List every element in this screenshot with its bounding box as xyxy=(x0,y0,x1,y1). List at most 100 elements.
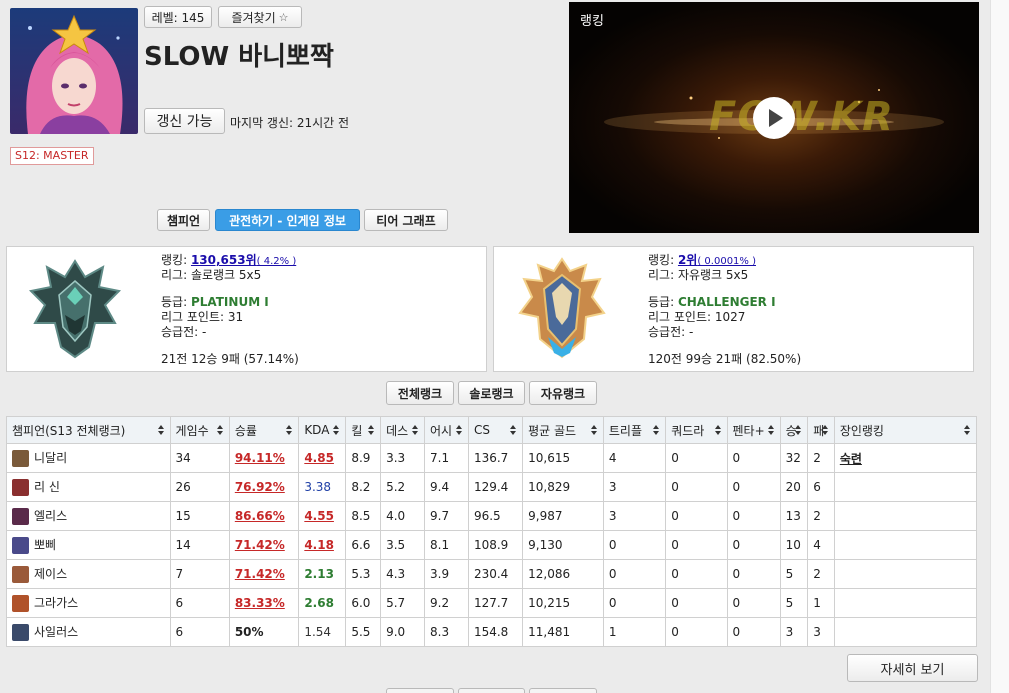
sort-arrows-icon xyxy=(216,425,224,435)
cell-cs: 129.4 xyxy=(467,472,524,502)
page-scrollbar[interactable] xyxy=(990,0,1009,693)
refresh-button[interactable]: 갱신 가능 xyxy=(144,108,225,134)
table-row[interactable]: 엘리스 15 86.66% 4.55 8.5 4.0 9.7 96.5 9,987 3 0 0 13 2 xyxy=(6,501,978,531)
table-row[interactable]: 리 신 26 76.92% 3.38 8.2 5.2 9.4 129.4 10,829 3 0 0 20… xyxy=(6,472,978,502)
wins-value: 5 xyxy=(785,596,794,610)
bottom-button-3[interactable] xyxy=(529,688,597,693)
losses-value: 1 xyxy=(813,596,821,610)
champion-portrait-icon xyxy=(12,450,29,467)
deaths-value: 3.5 xyxy=(386,538,406,552)
sort-arrows-icon xyxy=(412,425,419,435)
play-icon[interactable] xyxy=(753,97,795,139)
kills-value: 6.0 xyxy=(351,596,371,610)
header-label: 트리플 xyxy=(608,423,642,438)
header-deaths[interactable]: 데스 xyxy=(380,416,426,444)
level-button[interactable]: 레벨: 145 xyxy=(144,6,212,28)
header-kills[interactable]: 킬 xyxy=(345,416,382,444)
cell-losses: 4 xyxy=(807,530,835,560)
quadra-value: 0 xyxy=(671,625,679,639)
header-assists[interactable]: 어시 xyxy=(424,416,469,444)
solo-record: 21전 12승 9패 (57.14%) xyxy=(161,352,299,366)
cell-champion[interactable]: 니달리 xyxy=(6,443,171,473)
header-losses[interactable]: 패 xyxy=(807,416,835,444)
header-wins[interactable]: 승 xyxy=(779,416,809,444)
header-winrate[interactable]: 승률 xyxy=(228,416,300,444)
flex-rank-link[interactable]: 2위 xyxy=(678,253,697,267)
champion-portrait-icon xyxy=(12,537,29,554)
table-row[interactable]: 그라가스 6 83.33% 2.68 6.0 5.7 9.2 127.7 10,215 0 0 0 5 1 xyxy=(6,588,978,618)
quadra-value: 0 xyxy=(671,538,679,552)
header-avg-gold[interactable]: 평균 골드 xyxy=(522,416,604,444)
header-champion[interactable]: 챔피언(S13 전체랭크) xyxy=(6,416,171,444)
cell-triple: 3 xyxy=(602,501,667,531)
header-quadra[interactable]: 쿼드라 xyxy=(665,416,728,444)
header-label: 펜타+ xyxy=(732,423,765,438)
flex-points: 리그 포인트: 1027 xyxy=(648,310,746,324)
solo-league: 리그: 솔로랭크 5x5 xyxy=(161,268,262,282)
solo-rank-pct[interactable]: ( 4.2% ) xyxy=(257,256,297,267)
ranking-video[interactable]: 랭킹 FOW.KR xyxy=(569,2,979,233)
cell-champion[interactable]: 리 신 xyxy=(6,472,171,502)
cell-gold: 9,987 xyxy=(522,501,604,531)
cell-kills: 6.0 xyxy=(345,588,382,618)
games-value: 14 xyxy=(175,538,191,552)
cell-losses: 2 xyxy=(807,501,835,531)
wins-value: 10 xyxy=(785,538,801,552)
triple-value: 0 xyxy=(608,538,617,552)
kills-value: 5.5 xyxy=(351,625,371,639)
table-row[interactable]: 뽀삐 14 71.42% 4.18 6.6 3.5 8.1 108.9 9,130 0 0 0 10 4 xyxy=(6,530,978,560)
sort-arrows-icon xyxy=(821,425,829,435)
cell-triple: 0 xyxy=(602,588,667,618)
champion-name: 사일러스 xyxy=(34,625,79,639)
assists-value: 9.7 xyxy=(430,509,450,523)
solo-rank-link[interactable]: 130,653위 xyxy=(191,253,257,267)
header-penta[interactable]: 펜타+ xyxy=(726,416,781,444)
tab-spectate[interactable]: 관전하기 - 인게임 정보 xyxy=(215,209,360,231)
table-row[interactable]: 사일러스 6 50% 1.54 5.5 9.0 8.3 154.8 11,481 1 0 0 3 3 xyxy=(6,617,978,647)
quadra-value: 0 xyxy=(671,567,679,581)
cell-triple: 0 xyxy=(602,559,667,589)
favorite-button[interactable]: 즐겨찾기 ☆ xyxy=(218,6,302,28)
cell-champion[interactable]: 그라가스 xyxy=(6,588,171,618)
cell-champion[interactable]: 엘리스 xyxy=(6,501,171,531)
flex-rank-button[interactable]: 자유랭크 xyxy=(529,381,597,405)
table-row[interactable]: 제이스 7 71.42% 2.13 5.3 4.3 3.9 230.4 12,086 0 0 0 5 2 xyxy=(6,559,978,589)
solo-rank-button[interactable]: 솔로랭크 xyxy=(458,381,525,405)
assists-value: 8.1 xyxy=(430,538,450,552)
table-row[interactable]: 니달리 34 94.11% 4.85 8.9 3.3 7.1 136.7 10,615 4 0 0 32… xyxy=(6,443,978,473)
header-games[interactable]: 게임수 xyxy=(169,416,230,444)
header-mastery-rank[interactable]: 장인랭킹 xyxy=(833,416,978,444)
gold-value: 10,829 xyxy=(528,480,571,494)
cell-penta: 0 xyxy=(726,501,781,531)
details-button[interactable]: 자세히 보기 xyxy=(847,654,978,682)
cell-champion[interactable]: 뽀삐 xyxy=(6,530,171,560)
kda-value: 2.13 xyxy=(304,567,334,581)
cell-games: 6 xyxy=(169,588,230,618)
cell-mastery xyxy=(833,617,978,647)
cell-penta: 0 xyxy=(726,588,781,618)
tab-champion[interactable]: 챔피언 xyxy=(157,209,210,231)
cell-mastery xyxy=(833,501,978,531)
cell-games: 14 xyxy=(169,530,230,560)
flex-rank-pct[interactable]: ( 0.0001% ) xyxy=(697,256,756,267)
deaths-value: 5.2 xyxy=(386,480,406,494)
mastery-value[interactable]: 숙련 xyxy=(840,452,862,466)
cell-kda: 4.55 xyxy=(298,501,347,531)
cell-champion[interactable]: 사일러스 xyxy=(6,617,171,647)
page: 레벨: 145 즐겨찾기 ☆ SLOW 바니뽀짝 갱신 가능 마지막 갱신: 2… xyxy=(0,0,990,693)
losses-value: 6 xyxy=(813,480,821,494)
cell-wins: 5 xyxy=(779,588,809,618)
all-rank-button[interactable]: 전체랭크 xyxy=(386,381,454,405)
bottom-button-1[interactable] xyxy=(386,688,454,693)
champion-name: 그라가스 xyxy=(34,596,79,610)
cell-kills: 5.3 xyxy=(345,559,382,589)
cs-value: 108.9 xyxy=(473,538,509,552)
tab-tier-graph[interactable]: 티어 그래프 xyxy=(364,209,448,231)
cell-champion[interactable]: 제이스 xyxy=(6,559,171,589)
bottom-button-2[interactable] xyxy=(458,688,525,693)
header-cs[interactable]: CS xyxy=(467,416,524,444)
losses-value: 2 xyxy=(813,567,821,581)
header-triple[interactable]: 트리플 xyxy=(602,416,667,444)
header-kda[interactable]: KDA xyxy=(298,416,347,444)
cell-kills: 5.5 xyxy=(345,617,382,647)
